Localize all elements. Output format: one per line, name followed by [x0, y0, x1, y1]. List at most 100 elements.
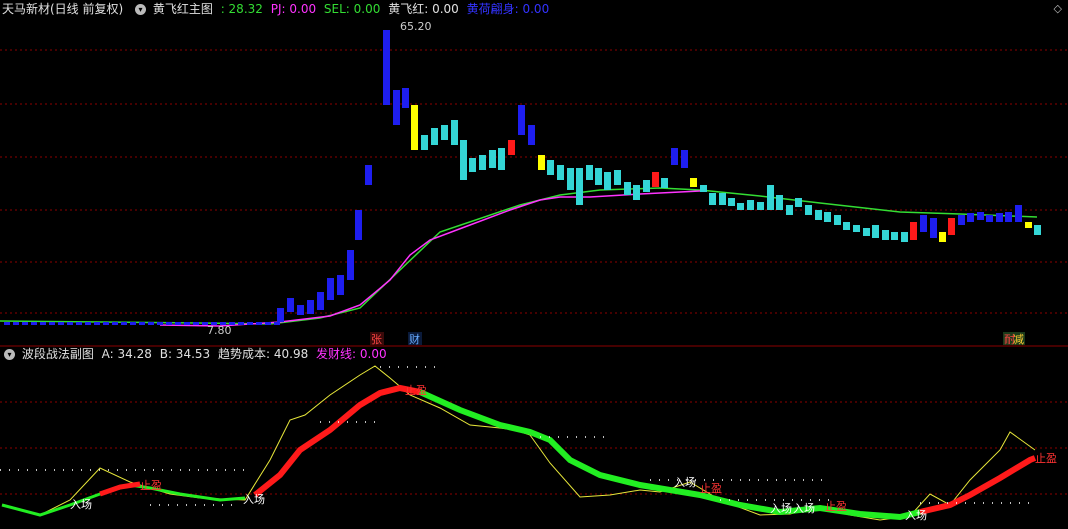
candle [421, 135, 428, 150]
candle [518, 105, 525, 135]
candle [614, 170, 621, 185]
candle [595, 168, 602, 185]
candle [776, 195, 783, 210]
candle [643, 180, 650, 192]
a-label: A: 34.28 [101, 347, 152, 361]
candle [31, 322, 37, 325]
diamond-icon[interactable]: ◇ [1054, 2, 1062, 15]
candle [586, 165, 593, 180]
candle [58, 322, 64, 325]
chevron-down-icon[interactable]: ▾ [4, 349, 15, 360]
candle [139, 322, 145, 325]
candle [175, 322, 181, 325]
candle [652, 172, 659, 187]
signal-label: 入场 [243, 492, 265, 506]
candle [1025, 222, 1032, 228]
candle [757, 202, 764, 210]
chevron-down-icon[interactable]: ▾ [135, 4, 147, 15]
signal-label: 止盈 [1035, 452, 1057, 465]
chart-canvas: 65.20 7.80 张 财 耐 减 入场止盈入场止盈入场 止盈入场 入场 止盈入场止… [0, 20, 1068, 522]
low-price-label: 7.80 [207, 324, 232, 337]
fc-label: 发财线: 0.00 [316, 347, 387, 361]
candle [538, 155, 545, 170]
candle [939, 232, 946, 242]
candle [1034, 225, 1041, 235]
candle [967, 213, 974, 222]
candle [265, 322, 271, 325]
candle [431, 128, 438, 145]
cost-label: 趋势成本: 40.98 [218, 347, 309, 361]
sub-indicator-name[interactable]: 波段战法副图 [22, 345, 94, 363]
candle [824, 212, 831, 222]
signal-label: 止盈 [405, 384, 427, 397]
candle [891, 232, 898, 240]
candle [977, 212, 984, 220]
candle [256, 322, 262, 325]
pj-value: : 28.32 [220, 2, 263, 16]
yellow-oscillator-line [1, 365, 1036, 521]
jian-marker: 减 [1013, 333, 1024, 346]
candle [469, 158, 476, 172]
candle [441, 125, 448, 140]
signal-label: 入场 [674, 475, 696, 489]
candle [930, 218, 937, 238]
candle [709, 193, 716, 205]
candle [901, 232, 908, 242]
candle [863, 228, 870, 236]
signal-label: 入场 [905, 508, 927, 522]
candle [317, 292, 324, 310]
candle [277, 308, 284, 322]
candle [287, 298, 294, 312]
candle [737, 203, 744, 210]
candle [166, 322, 172, 325]
candle [238, 322, 244, 325]
candle [853, 225, 860, 232]
candle [728, 198, 735, 206]
candle [498, 148, 505, 170]
candle [910, 222, 917, 240]
candle [148, 322, 154, 325]
candle [633, 185, 640, 200]
signal-label: 入场 [70, 497, 92, 511]
b-label: B: 34.53 [159, 347, 211, 361]
signal-label: 止盈 [825, 500, 847, 513]
candle [121, 322, 127, 325]
candle [767, 185, 774, 210]
candle [274, 322, 280, 325]
green-band-line [1, 483, 246, 517]
blue-label: 黄荷翩身: 0.00 [466, 2, 550, 16]
indicator-name[interactable]: 黄飞红主图 [153, 0, 213, 18]
signal-label: 入场 [793, 501, 815, 515]
candle [460, 140, 467, 180]
candle [834, 215, 841, 225]
candle [805, 205, 812, 215]
candle [671, 148, 678, 165]
candle [85, 322, 91, 325]
candle [996, 213, 1003, 222]
candle [393, 90, 400, 125]
magenta-trend-line [159, 190, 701, 327]
candle [327, 278, 334, 300]
candle [76, 322, 82, 325]
candle [882, 230, 889, 240]
candle [786, 205, 793, 215]
candle [297, 305, 304, 315]
hfh-label: 黄飞红: 0.00 [388, 2, 459, 16]
green-ma-line [0, 187, 1038, 325]
candle [451, 120, 458, 145]
candle [681, 150, 688, 168]
sub-header: ▾ 波段战法副图 A: 34.28 B: 34.53 趋势成本: 40.98 发… [0, 345, 391, 363]
candle [567, 168, 574, 190]
signal-label: 止盈 [140, 479, 162, 492]
signal-label: 入场 [770, 501, 792, 515]
candle [624, 182, 631, 195]
candle [508, 140, 515, 155]
candle [661, 178, 668, 188]
main-grid [0, 49, 1068, 314]
candle [40, 322, 46, 325]
candle [719, 193, 726, 205]
candle [843, 222, 850, 230]
candle [747, 200, 754, 210]
sel-label: SEL: 0.00 [323, 2, 381, 16]
candle [402, 88, 409, 108]
